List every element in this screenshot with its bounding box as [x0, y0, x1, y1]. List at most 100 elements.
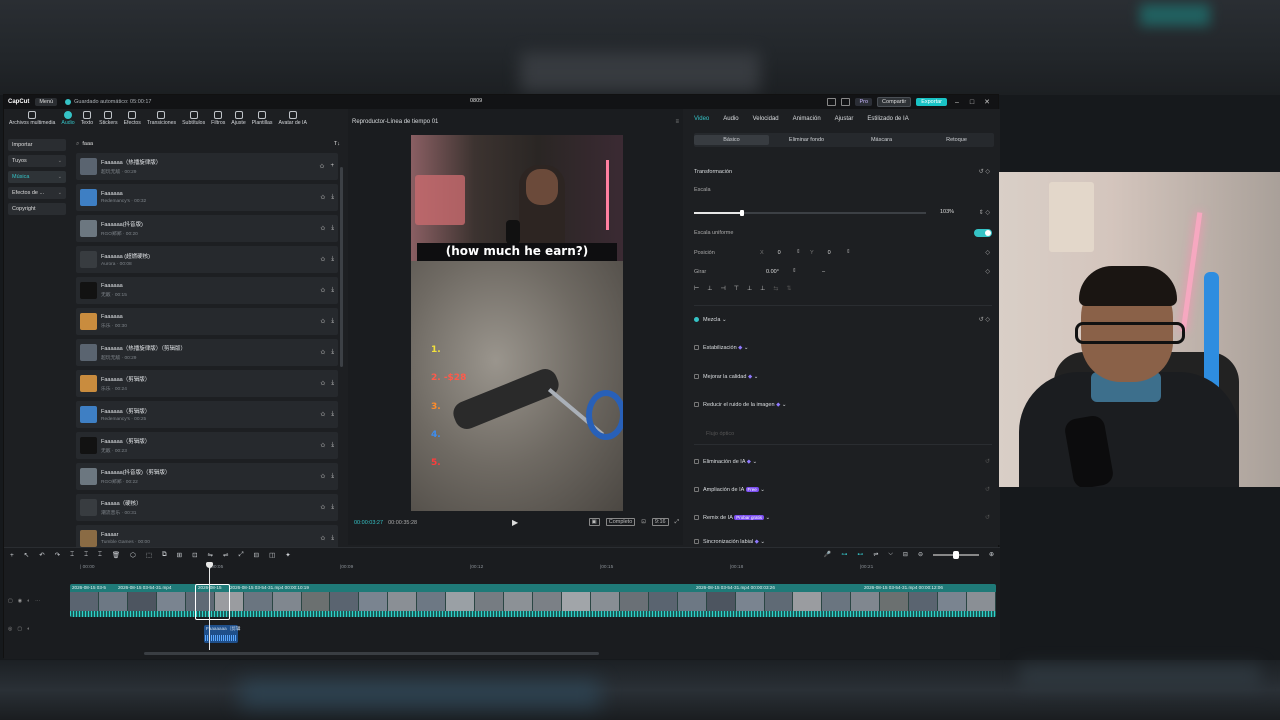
download-icon[interactable]: ⤓: [331, 411, 334, 418]
menu-button[interactable]: Menú: [35, 98, 58, 106]
blend-reset-icon[interactable]: ↺ ◇: [979, 316, 990, 323]
ratio-button[interactable]: Completo: [605, 518, 636, 526]
favorite-icon[interactable]: ✩: [319, 163, 324, 170]
download-icon[interactable]: ⤓: [331, 225, 334, 232]
flip-h-icon[interactable]: ⇆: [773, 285, 778, 292]
position-y-field[interactable]: Y0: [810, 250, 831, 256]
resize-icon[interactable]: ⤢: [238, 551, 243, 559]
favorite-icon[interactable]: ✩: [320, 380, 325, 387]
search-bar[interactable]: ⌕ faaa T↓: [76, 139, 340, 149]
download-icon[interactable]: ⤓: [331, 504, 334, 511]
track-item[interactable]: Faaaaaa 无敌 · 00:15 ✩ ⤓: [76, 277, 338, 304]
split-right-icon[interactable]: ⌶: [98, 551, 102, 559]
track-item[interactable]: Faaaaa（硬核） 潮流音乐 · 00:31 ✩ ⤓: [76, 494, 338, 521]
ai-remove-reset-icon[interactable]: ↺: [985, 458, 990, 465]
ai-remove-row[interactable]: Eliminación de IA ◆ ⌄: [694, 459, 757, 465]
align-left-icon[interactable]: ⊢: [694, 285, 699, 292]
undo-icon[interactable]: ↶: [39, 551, 44, 559]
split-icon[interactable]: ⌶: [70, 551, 74, 559]
link-icon[interactable]: ◎: [8, 626, 12, 632]
scale-value[interactable]: 103%: [940, 209, 954, 215]
tracklist-scrollbar[interactable]: [340, 167, 343, 367]
track-item[interactable]: Faaaaaa（剪辑版） Redemancy's · 00:25 ✩ ⤓: [76, 401, 338, 428]
tab-estilizado-de-ia[interactable]: Estilizado de IA: [867, 116, 908, 122]
timeline-scrollbar[interactable]: [144, 652, 599, 655]
download-icon[interactable]: ⤓: [331, 473, 334, 480]
player-menu-icon[interactable]: ≡: [675, 119, 679, 125]
track-item[interactable]: Faaaaaa（剪辑版） 无敌 · 00:23 ✩ ⤓: [76, 432, 338, 459]
align-right-icon[interactable]: ⊣: [720, 285, 725, 292]
position-keyframe-icon[interactable]: ◇: [985, 249, 990, 256]
reset-icon[interactable]: ↺ ◇: [979, 168, 990, 175]
zoom-out-icon[interactable]: ⊖: [918, 551, 923, 558]
redo-icon[interactable]: ↷: [55, 551, 60, 559]
zoom-slider[interactable]: [932, 550, 979, 559]
download-icon[interactable]: ⤓: [331, 380, 334, 387]
subtab-retoque[interactable]: Retoque: [919, 135, 994, 145]
tab-audio[interactable]: Audio: [723, 116, 738, 122]
x-value[interactable]: 0: [778, 250, 781, 256]
zoom-knob[interactable]: [952, 550, 959, 559]
scale-slider[interactable]: [694, 210, 926, 216]
favorite-icon[interactable]: ✩: [320, 287, 325, 294]
favorite-icon[interactable]: ✩: [320, 411, 325, 418]
zoom-in-icon[interactable]: ⊕: [989, 551, 994, 558]
lip-sync-row[interactable]: Sincronización labial ◆ ⌄: [694, 539, 765, 545]
ai-expand-row[interactable]: Ampliación de IA Free ⌄: [694, 487, 765, 493]
track-item[interactable]: Faaaaaa(抖音版) RGO郑郑 · 00:20 ✩ ⤓: [76, 215, 338, 242]
export-button[interactable]: Exportar: [916, 98, 947, 106]
reduce-noise-row[interactable]: Reducir el ruido de la imagen ◆ ⌄: [694, 402, 786, 408]
share-button[interactable]: Compartir: [877, 97, 912, 107]
video-preview[interactable]: (how much he earn?) 1. 2. -$28 3. 4. 5.: [411, 135, 623, 511]
tab-velocidad[interactable]: Velocidad: [753, 116, 779, 122]
toolbar-avatar-tab[interactable]: Avatar de IA: [275, 111, 309, 133]
align-middle-icon[interactable]: ⊥: [747, 285, 752, 292]
favorite-icon[interactable]: ✩: [320, 442, 325, 449]
download-icon[interactable]: ⤓: [331, 256, 334, 263]
favorite-icon[interactable]: ✩: [320, 349, 325, 356]
sidebar-item[interactable]: Música ⌄: [8, 171, 66, 183]
reverse-icon[interactable]: ⇋: [208, 551, 213, 559]
blend-heading[interactable]: Mezcla ⌄: [694, 317, 727, 323]
pro-button[interactable]: Pro: [855, 98, 873, 106]
favorite-icon[interactable]: ✩: [320, 535, 325, 542]
subtab-básico[interactable]: Básico: [694, 135, 769, 145]
shortcuts-icon[interactable]: [841, 98, 851, 106]
blend-checkbox[interactable]: [694, 317, 699, 323]
tab-video[interactable]: Video: [694, 116, 709, 122]
mask-icon[interactable]: ⊟: [254, 551, 259, 559]
toolbar-audio-tab[interactable]: Audio: [58, 111, 77, 133]
preview-axis-icon[interactable]: ⇌: [873, 551, 878, 558]
lock-icon[interactable]: ▢: [17, 626, 22, 632]
track-item[interactable]: Faaaaaa Redemancy's · 00:32 ✩ ⤓: [76, 184, 338, 211]
ai-expand-checkbox[interactable]: [694, 487, 699, 493]
track-item[interactable]: Faaaaaa（剪辑版） 乐乐 · 00:24 ✩ ⤓: [76, 370, 338, 397]
favorite-icon[interactable]: ✩: [320, 256, 325, 263]
toolbar-effects-tab[interactable]: Efectos: [121, 111, 144, 133]
layout-icon[interactable]: [827, 98, 837, 106]
crop-icon[interactable]: ⬚: [146, 551, 152, 559]
y-value[interactable]: 0: [828, 250, 831, 256]
snapshot-icon[interactable]: ⊟: [903, 551, 908, 558]
download-icon[interactable]: ⤓: [331, 287, 334, 294]
rotate-stepper-icon[interactable]: ⇕: [792, 268, 797, 274]
track-item[interactable]: Faaaaaa (超燃硬核) Aurora · 00:08 ✩ ⤓: [76, 246, 338, 273]
favorite-icon[interactable]: ✩: [320, 225, 325, 232]
y-stepper-icon[interactable]: ⇕: [846, 249, 851, 255]
improve-quality-checkbox[interactable]: [694, 374, 699, 380]
transition-icon[interactable]: ⇌: [223, 551, 228, 559]
toolbar-transitions-tab[interactable]: Transiciones: [144, 111, 179, 133]
download-icon[interactable]: ⤓: [331, 535, 334, 542]
more-icon[interactable]: ⋯: [35, 598, 40, 604]
toolbar-text-tab[interactable]: Texto: [78, 111, 96, 133]
add-track-icon[interactable]: +: [10, 552, 14, 559]
ai-expand-reset-icon[interactable]: ↺: [985, 486, 990, 493]
dropdown-icon[interactable]: ⌵: [888, 551, 893, 558]
download-icon[interactable]: ⤓: [331, 349, 334, 356]
mute-icon[interactable]: ◐: [27, 598, 30, 604]
fullscreen-icon[interactable]: ⤢: [675, 519, 679, 526]
lip-sync-checkbox[interactable]: [694, 539, 699, 545]
download-icon[interactable]: ⤓: [331, 442, 334, 449]
toolbar-media-tab[interactable]: Archivos multimedia: [6, 111, 58, 133]
sidebar-item[interactable]: Importar: [8, 139, 66, 151]
